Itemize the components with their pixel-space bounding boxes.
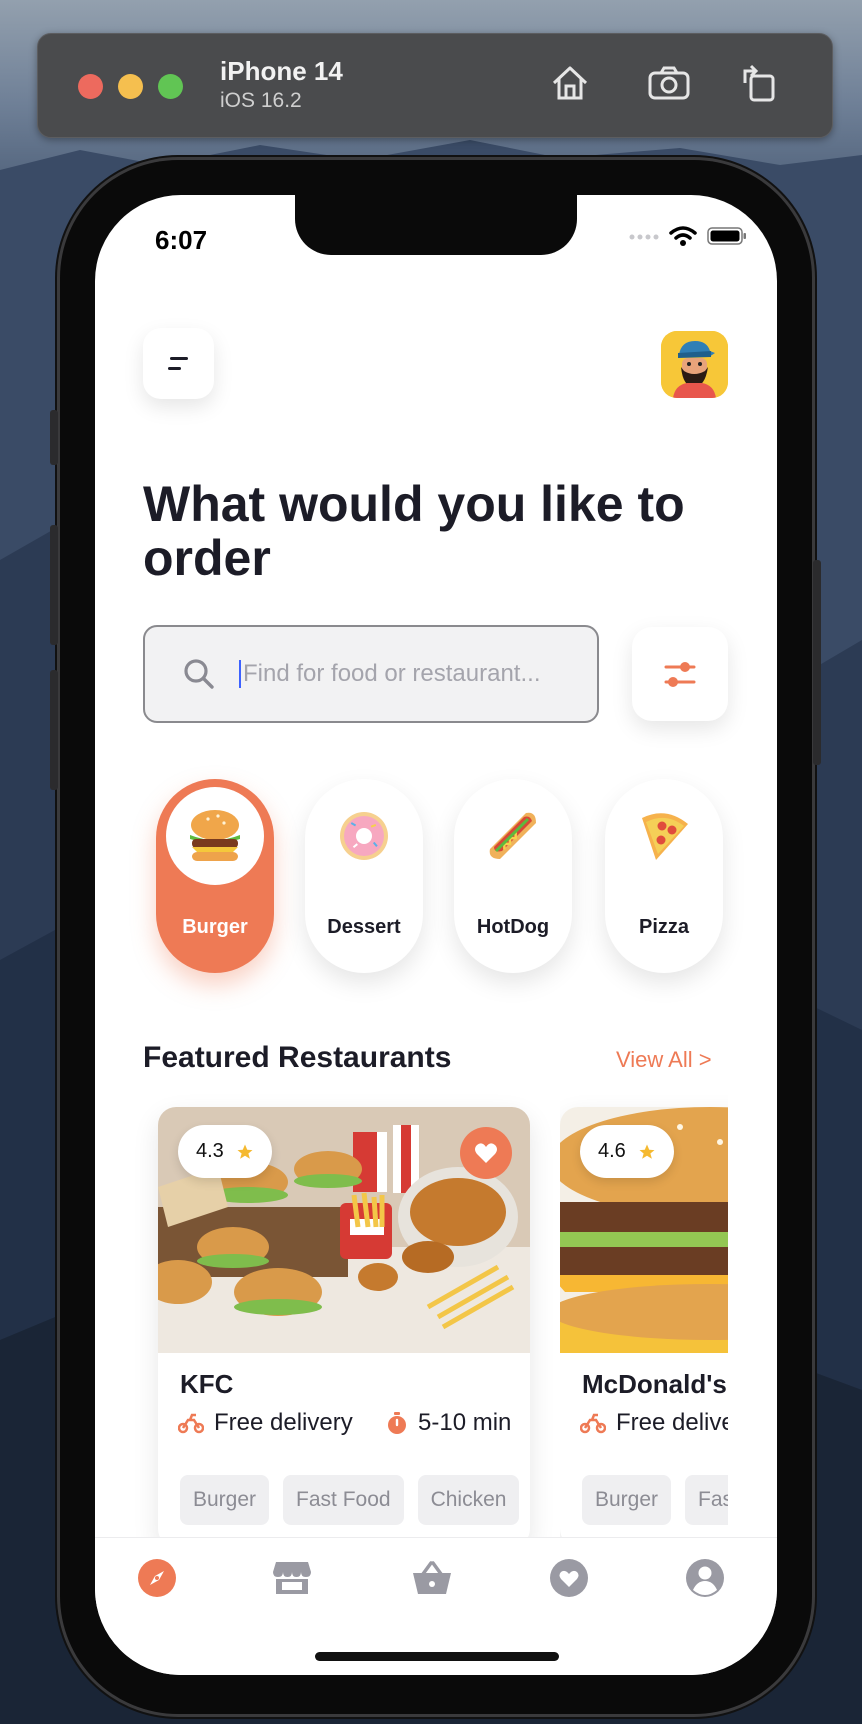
heart-icon [550,1559,588,1597]
tag-list: Burger Fast Food Chicken [180,1475,520,1525]
category-label: HotDog [476,916,550,938]
tag: Fast Food [685,1475,728,1525]
tab-stores[interactable] [270,1556,314,1600]
category-label: Dessert [327,916,401,938]
volume-up-button [50,525,58,645]
star-icon [639,1144,655,1159]
tag: Fast Food [283,1475,404,1525]
profile-icon [686,1559,724,1597]
menu-icon [167,356,188,370]
tab-explore[interactable] [135,1556,179,1600]
mute-switch [50,410,58,465]
battery-icon [707,227,746,245]
signal-icon [629,234,659,240]
tag: Chicken [417,1475,520,1525]
rating-badge: 4.3 [178,1125,272,1178]
tag: Burger [582,1475,672,1525]
category-label: Pizza [638,916,690,938]
card-clip: 4.6 McDonald's Free delivery Burger Fast… [560,1095,728,1555]
delivery-icon [178,1413,204,1434]
tab-profile[interactable] [683,1556,727,1600]
home-indicator [315,1652,559,1661]
page-title: What would you like to order [143,476,685,586]
home-icon[interactable] [547,60,593,106]
hotdog-icon [464,787,562,885]
device-name: iPhone 14 [220,56,343,86]
rating-value: 4.3 [196,1140,224,1162]
search-input[interactable] [239,660,579,688]
tag-list: Burger Fast Food [582,1475,728,1525]
power-button [813,560,821,765]
restaurant-name: KFC [180,1369,234,1399]
delivery-icon [580,1413,606,1434]
rating-value: 4.6 [598,1140,626,1162]
delivery-label: Free delivery [616,1409,728,1436]
category-hotdog[interactable]: HotDog [454,779,572,973]
category-pizza[interactable]: Pizza [605,779,723,973]
search-box[interactable] [143,625,599,723]
donut-icon [315,787,413,885]
filter-button[interactable] [632,627,728,721]
delivery-info: Free delivery [178,1409,353,1437]
category-label: Burger [182,916,248,938]
time-label: 5-10 min [418,1409,512,1436]
status-time: 6:07 [155,225,208,255]
wifi-icon [669,226,697,246]
restaurant-card-kfc[interactable]: 4.3 KFC Free delivery 5-10 min Burger Fa… [158,1107,530,1547]
view-all-link[interactable]: View All > [616,1047,712,1073]
filter-icon [664,662,696,687]
basket-icon [413,1561,451,1594]
minimize-window-button[interactable] [118,74,143,99]
search-icon [184,659,214,689]
os-version: iOS 16.2 [220,89,302,112]
timer-icon [388,1412,406,1434]
pizza-icon [615,787,713,885]
star-icon [237,1144,253,1159]
tab-cart[interactable] [410,1556,454,1600]
tab-favorites[interactable] [547,1556,591,1600]
restaurant-image: 4.3 [158,1107,530,1353]
app-screen: 6:07 What would you like to order Find f… [95,195,777,1675]
delivery-label: Free delivery [214,1409,353,1436]
screenshot-icon[interactable] [646,60,692,106]
store-icon [273,1562,311,1594]
simulator-toolbar [37,33,833,138]
category-dessert[interactable]: Dessert [305,779,423,973]
avatar[interactable] [661,331,728,398]
tag: Burger [180,1475,270,1525]
restaurant-card-mcdonalds[interactable]: 4.6 McDonald's Free delivery Burger Fast… [560,1107,728,1547]
close-window-button[interactable] [78,74,103,99]
category-burger[interactable]: Burger [156,779,274,973]
zoom-window-button[interactable] [158,74,183,99]
compass-icon [138,1559,176,1597]
heart-icon [475,1143,497,1163]
section-title: Featured Restaurants [143,1041,452,1074]
delivery-time: 5-10 min [386,1409,511,1437]
restaurant-image: 4.6 [560,1107,728,1353]
notch [295,195,577,255]
delivery-info: Free delivery [580,1409,728,1437]
favorite-button[interactable] [460,1127,512,1179]
rotate-icon[interactable] [736,60,782,106]
volume-down-button [50,670,58,790]
rating-badge: 4.6 [580,1125,674,1178]
menu-button[interactable] [143,328,214,399]
restaurant-name: McDonald's [582,1369,727,1399]
burger-icon [166,787,264,885]
status-icons [629,225,747,247]
